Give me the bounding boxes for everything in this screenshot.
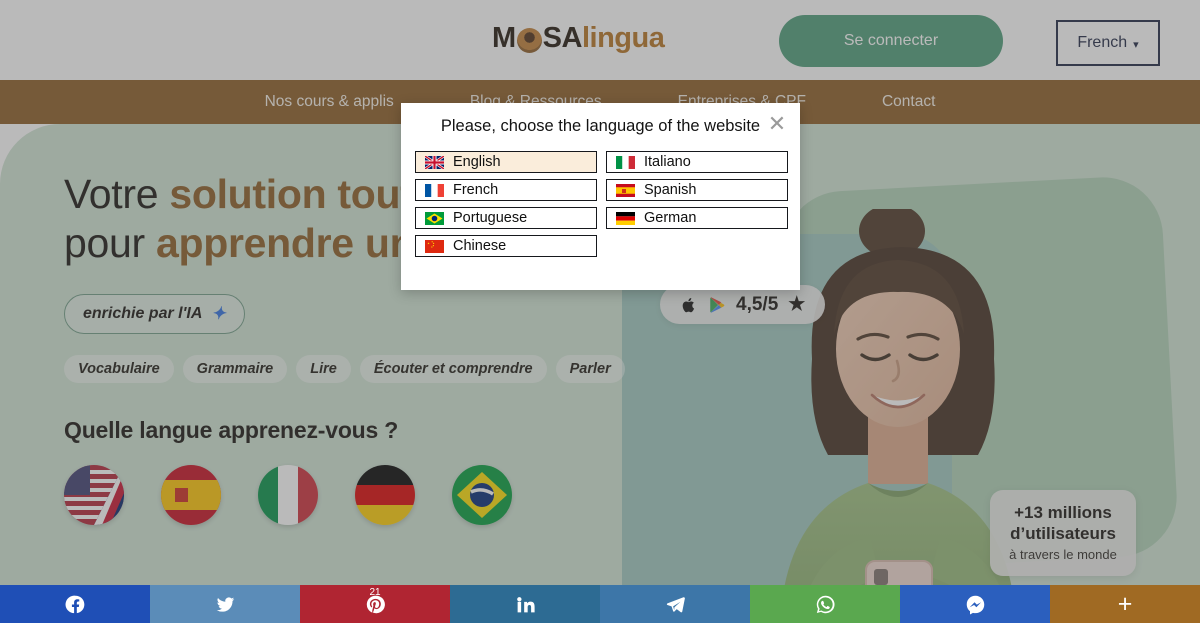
flag-brazil-icon <box>425 211 444 225</box>
language-option-label: Chinese <box>453 238 507 254</box>
language-options-grid: English Italiano French Spanish Portugue… <box>415 151 788 257</box>
linkedin-icon <box>516 596 535 612</box>
flag-uk-icon <box>425 155 444 169</box>
telegram-icon <box>666 596 685 612</box>
whatsapp-icon <box>816 595 835 613</box>
language-option-label: Italiano <box>644 154 691 170</box>
flag-china-icon <box>425 239 444 253</box>
language-option-italiano[interactable]: Italiano <box>606 151 788 173</box>
social-share-bar: 21 + <box>0 585 1200 623</box>
facebook-icon <box>65 595 84 613</box>
language-option-label: Spanish <box>644 182 697 198</box>
flag-italy-icon <box>616 155 635 169</box>
modal-overlay[interactable] <box>0 0 1200 623</box>
language-option-label: German <box>644 210 697 226</box>
messenger-icon <box>966 595 984 614</box>
close-icon[interactable]: ✕ <box>764 111 790 137</box>
pinterest-share-count: 21 <box>369 587 381 598</box>
plus-icon: + <box>1117 589 1133 618</box>
language-option-french[interactable]: French <box>415 179 597 201</box>
share-linkedin-button[interactable] <box>450 585 600 623</box>
language-option-german[interactable]: German <box>606 207 788 229</box>
share-whatsapp-button[interactable] <box>750 585 900 623</box>
twitter-icon <box>216 596 234 612</box>
language-option-label: French <box>453 182 499 198</box>
share-pinterest-button[interactable]: 21 <box>300 585 450 623</box>
share-twitter-button[interactable] <box>150 585 300 623</box>
language-option-label: Portuguese <box>453 210 528 226</box>
flag-germany-icon <box>616 211 635 225</box>
share-messenger-button[interactable] <box>900 585 1050 623</box>
share-telegram-button[interactable] <box>600 585 750 623</box>
language-option-label: English <box>453 154 501 170</box>
language-option-portuguese[interactable]: Portuguese <box>415 207 597 229</box>
language-option-spanish[interactable]: Spanish <box>606 179 788 201</box>
flag-spain-icon <box>616 183 635 197</box>
language-option-chinese[interactable]: Chinese <box>415 235 597 257</box>
page-root: M SA lingua Se connecter French ▾ Nos cour… <box>0 0 1200 623</box>
share-facebook-button[interactable] <box>0 585 150 623</box>
language-chooser-modal: Please, choose the language of the websi… <box>401 103 800 290</box>
share-more-button[interactable]: + <box>1050 585 1200 623</box>
flag-france-icon <box>425 183 444 197</box>
modal-title: Please, choose the language of the websi… <box>440 117 761 135</box>
language-option-english[interactable]: English <box>415 151 597 173</box>
